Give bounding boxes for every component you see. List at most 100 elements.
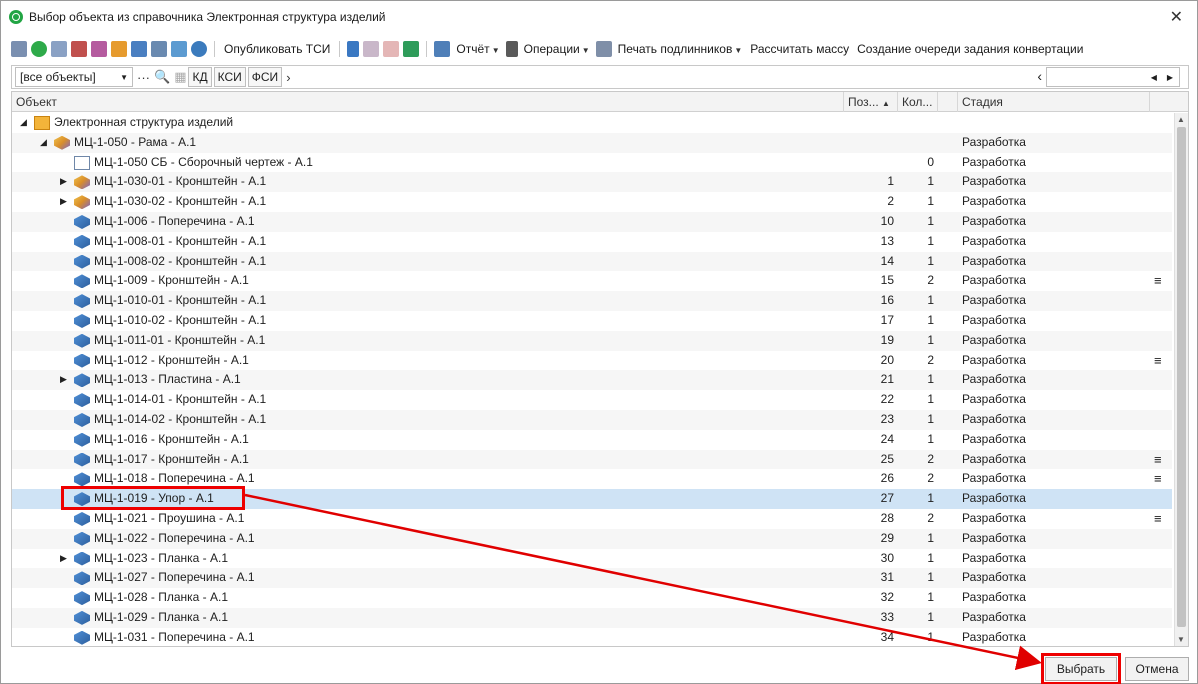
approve-icon[interactable] (403, 41, 420, 57)
ksi-filter-button[interactable]: КСИ (213, 67, 246, 87)
row-menu-icon[interactable]: ≡ (1154, 351, 1162, 371)
table-row[interactable]: МЦ-1-021 - Проушина - А.1 28 2 Разработка ≡ (12, 508, 1172, 529)
row-quantity: 1 (927, 570, 934, 585)
pencil-icon[interactable] (347, 41, 360, 57)
table-row[interactable]: МЦ-1-014-01 - Кронштейн - А.1 22 1 Разработ… (12, 390, 1172, 410)
table-row[interactable]: ▶ МЦ-1-030-02 - Кронштейн - А.1 2 1 Разработ… (12, 192, 1172, 212)
table-row[interactable]: МЦ-1-012 - Кронштейн - А.1 20 2 Разработка ≡ (12, 350, 1172, 371)
table-row[interactable]: МЦ-1-008-02 - Кронштейн - А.1 14 1 Разработ… (12, 251, 1172, 272)
app-logo-icon (9, 10, 23, 24)
row-position: 31 (880, 570, 894, 585)
table-row[interactable]: МЦ-1-010-02 - Кронштейн - А.1 17 1 Разработ… (12, 310, 1172, 331)
close-icon[interactable]: ✕ (1170, 7, 1183, 27)
table-row[interactable]: МЦ-1-019 - Упор - А.1 27 1 Разработка (12, 489, 1172, 509)
table-row[interactable]: МЦ-1-008-01 - Кронштейн - А.1 13 1 Разработ… (12, 231, 1172, 252)
checklist-icon[interactable] (151, 41, 167, 57)
fsi-filter-button[interactable]: ФСИ (247, 67, 283, 87)
scrollbar-thumb[interactable] (1177, 127, 1186, 627)
table-row[interactable]: МЦ-1-009 - Кронштейн - А.1 15 2 Разработка ≡ (12, 271, 1172, 292)
calc-mass-button[interactable]: Рассчитать массу (748, 42, 851, 56)
table-row[interactable]: ▶ МЦ-1-023 - Планка - А.1 30 1 Разработка (12, 548, 1172, 569)
scroll-right-icon[interactable]: ▶ (1167, 73, 1173, 82)
column-header-position[interactable]: Поз... ▲ (844, 92, 898, 112)
dialog-window: Выбор объекта из справочника Электронная… (0, 0, 1198, 684)
scroll-down-icon[interactable]: ▼ (1177, 635, 1185, 644)
table-row[interactable]: МЦ-1-031 - Поперечина - А.1 34 1 Разработка (12, 627, 1172, 646)
move-icon[interactable] (111, 41, 127, 57)
operations-menu[interactable]: Операции ▼ (522, 42, 592, 56)
table-row[interactable]: МЦ-1-014-02 - Кронштейн - А.1 23 1 Разработ… (12, 409, 1172, 430)
operations-label: Операции (523, 42, 580, 56)
vertical-scrollbar[interactable]: ▲ ▼ (1174, 113, 1188, 646)
row-menu-icon[interactable]: ≡ (1154, 509, 1162, 529)
table-row[interactable]: МЦ-1-006 - Поперечина - А.1 10 1 Разработка (12, 211, 1172, 232)
table-row[interactable]: ◢ Электронная структура изделий (12, 113, 1172, 133)
add-icon[interactable] (31, 41, 47, 57)
table-row[interactable]: МЦ-1-050 СБ - Сборочный чертеж - А.1 0 Раз… (12, 152, 1172, 173)
table-row[interactable]: ▶ МЦ-1-013 - Пластина - А.1 21 1 Разработка (12, 370, 1172, 391)
table-row[interactable]: МЦ-1-018 - Поперечина - А.1 26 2 Разработка… (12, 469, 1172, 490)
chevron-left-icon[interactable]: ‹ (1037, 68, 1042, 84)
group-icon[interactable] (171, 41, 187, 57)
table-row[interactable]: МЦ-1-016 - Кронштейн - А.1 24 1 Разработка (12, 429, 1172, 450)
table-row[interactable]: МЦ-1-011-01 - Кронштейн - А.1 19 1 Разработ… (12, 330, 1172, 351)
scroll-left-icon[interactable]: ◀ (1151, 73, 1157, 82)
row-position: 10 (880, 213, 894, 228)
publish-tsi-button[interactable]: Опубликовать ТСИ (222, 42, 332, 56)
row-object-label: МЦ-1-010-02 - Кронштейн - А.1 (94, 312, 267, 327)
more-icon[interactable]: ··· (137, 70, 150, 85)
table-row[interactable]: МЦ-1-027 - Поперечина - А.1 31 1 Разработка (12, 568, 1172, 589)
row-menu-icon[interactable]: ≡ (1154, 469, 1162, 489)
search-icon[interactable]: 🔍 (154, 69, 170, 85)
part-icon (74, 234, 90, 249)
part-icon (74, 412, 90, 427)
navigation-input[interactable]: ◀ ▶ (1046, 67, 1180, 87)
row-quantity: 0 (927, 154, 934, 169)
properties-icon[interactable] (51, 41, 67, 57)
object-filter-select[interactable]: [все объекты] ▼ (15, 67, 133, 87)
table-row[interactable]: МЦ-1-017 - Кронштейн - А.1 25 2 Разработка ≡ (12, 449, 1172, 470)
chevron-down-icon: ▼ (734, 46, 743, 55)
asm-icon (74, 195, 90, 210)
select-button[interactable]: Выбрать (1045, 657, 1117, 681)
open-card-icon[interactable] (11, 41, 27, 57)
copy-icon[interactable] (71, 41, 87, 57)
expand-toggle-icon[interactable]: ◢ (40, 133, 47, 153)
delete-icon[interactable] (383, 41, 400, 57)
report-menu[interactable]: Отчёт ▼ (454, 42, 501, 56)
table-row[interactable]: ▶ МЦ-1-030-01 - Кронштейн - А.1 1 1 Разработ… (12, 172, 1172, 193)
row-stage: Разработка (962, 590, 1026, 605)
row-menu-icon[interactable]: ≡ (1154, 450, 1162, 470)
row-quantity: 1 (927, 312, 934, 327)
expand-toggle-icon[interactable]: ▶ (60, 172, 67, 192)
create-conversion-queue-button[interactable]: Создание очереди задания конвертации (855, 42, 1085, 56)
column-header-quantity[interactable]: Кол... (898, 92, 938, 112)
table-row[interactable]: МЦ-1-022 - Поперечина - А.1 29 1 Разработка (12, 528, 1172, 549)
view-icon[interactable] (191, 41, 207, 57)
scroll-up-icon[interactable]: ▲ (1177, 115, 1185, 124)
paste-icon[interactable] (91, 41, 107, 57)
row-quantity: 1 (927, 392, 934, 407)
filter-icon[interactable]: ▦ (174, 69, 186, 85)
column-header-stage[interactable]: Стадия (958, 92, 1150, 112)
expand-toggle-icon[interactable]: ◢ (20, 113, 27, 133)
expand-toggle-icon[interactable]: ▶ (60, 192, 67, 212)
save-icon[interactable] (363, 41, 380, 57)
hammer-icon (505, 41, 518, 57)
kd-filter-button[interactable]: КД (188, 67, 212, 87)
table-row[interactable]: МЦ-1-028 - Планка - А.1 32 1 Разработка (12, 588, 1172, 608)
row-position: 19 (880, 332, 894, 347)
table-row[interactable]: МЦ-1-010-01 - Кронштейн - А.1 16 1 Разработ… (12, 291, 1172, 311)
expand-toggle-icon[interactable]: ▶ (60, 370, 67, 390)
column-header-object[interactable]: Объект (12, 92, 844, 112)
print-originals-menu[interactable]: Печать подлинников ▼ (616, 42, 745, 56)
expand-toggle-icon[interactable]: ▶ (60, 549, 67, 569)
table-row[interactable]: МЦ-1-029 - Планка - А.1 33 1 Разработка (12, 607, 1172, 628)
chevron-right-icon[interactable]: › (286, 70, 290, 85)
report-icon (434, 41, 451, 57)
structure-icon[interactable] (131, 41, 147, 57)
cancel-button[interactable]: Отмена (1125, 657, 1189, 681)
print-icon (595, 41, 612, 57)
row-menu-icon[interactable]: ≡ (1154, 271, 1162, 291)
table-row[interactable]: ◢ МЦ-1-050 - Рама - А.1 Разработка (12, 132, 1172, 153)
